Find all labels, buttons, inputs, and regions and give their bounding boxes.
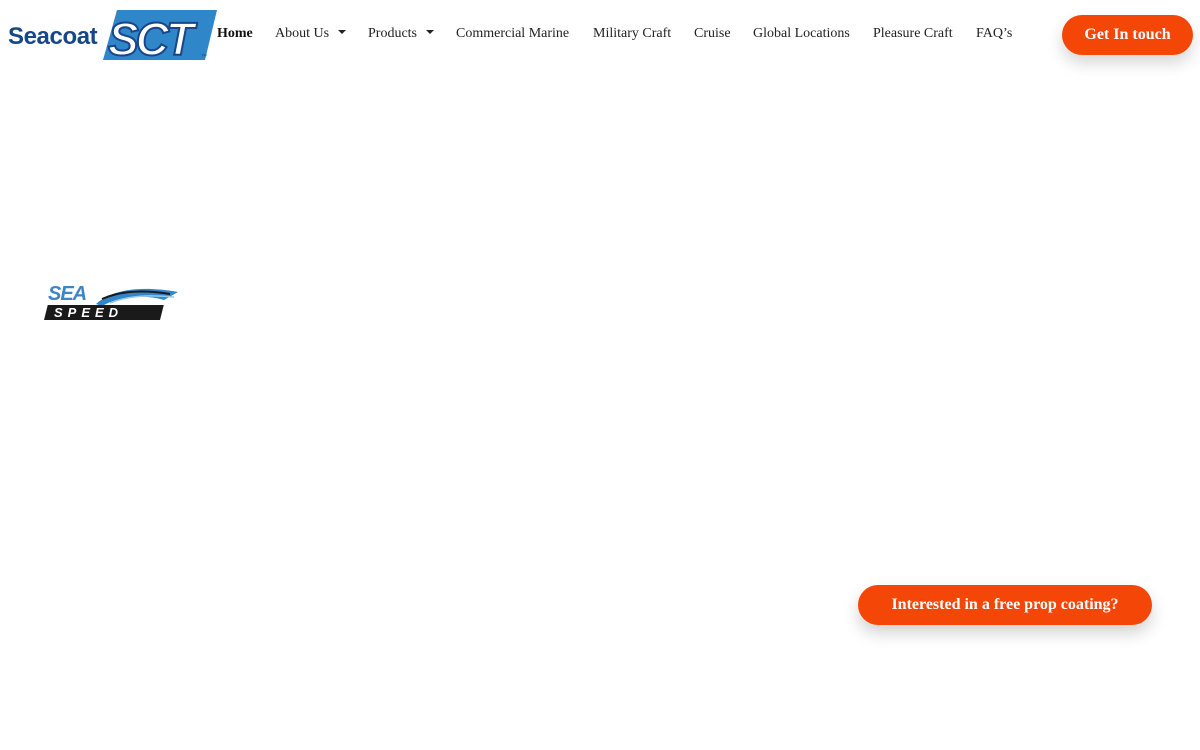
nav-faqs-label: FAQ’s — [976, 26, 1013, 41]
seacoat-logo[interactable]: Seacoat SCT ™ — [8, 10, 217, 62]
nav-global-locations[interactable]: Global Locations — [753, 26, 850, 42]
logo-wordmark: Seacoat — [8, 23, 98, 50]
nav-home[interactable]: Home — [217, 26, 253, 42]
nav-global-locations-label: Global Locations — [753, 26, 850, 41]
nav-faqs[interactable]: FAQ’s — [976, 26, 1012, 42]
nav-home-label: Home — [217, 26, 253, 41]
get-in-touch-button[interactable]: Get In touch — [1062, 15, 1193, 55]
nav-about-us-label: About Us — [275, 26, 330, 41]
free-prop-coating-button[interactable]: Interested in a free prop coating? — [858, 585, 1152, 625]
sea-speed-line2: SPEED — [54, 305, 124, 320]
sea-speed-logo: SEA SPEED — [44, 283, 182, 322]
page: Seacoat SCT ™ Home About Us Products Com… — [0, 0, 1200, 750]
sea-speed-line1: SEA — [48, 283, 87, 305]
trademark-symbol: ™ — [201, 54, 207, 60]
nav-pleasure-craft-label: Pleasure Craft — [873, 26, 953, 41]
nav-commercial-marine[interactable]: Commercial Marine — [456, 26, 569, 42]
site-header: Seacoat SCT ™ Home About Us Products Com… — [0, 0, 1200, 72]
chevron-down-icon — [338, 30, 347, 34]
nav-cruise[interactable]: Cruise — [694, 26, 731, 42]
nav-military-craft[interactable]: Military Craft — [593, 26, 671, 42]
nav-products[interactable]: Products — [368, 26, 434, 42]
nav-cruise-label: Cruise — [694, 26, 731, 41]
logo-mark-letters: SCT — [108, 13, 198, 62]
nav-commercial-marine-label: Commercial Marine — [456, 26, 570, 41]
nav-about-us[interactable]: About Us — [275, 26, 347, 42]
chevron-down-icon — [426, 30, 434, 34]
nav-pleasure-craft[interactable]: Pleasure Craft — [873, 26, 953, 42]
sct-logo-mark: SCT — [103, 10, 217, 62]
nav-products-label: Products — [368, 26, 417, 41]
nav-military-craft-label: Military Craft — [593, 26, 672, 41]
